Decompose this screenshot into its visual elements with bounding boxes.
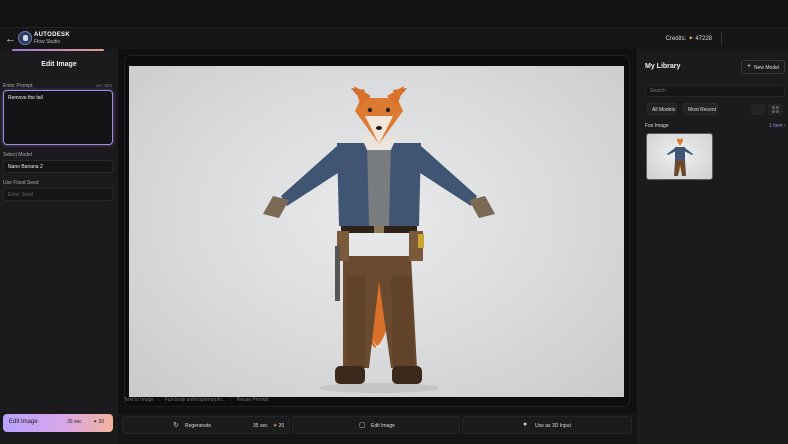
autodesk-logo-icon [18, 31, 32, 45]
brand-name: AUTODESK [34, 32, 70, 38]
model-label: Select Model [3, 152, 32, 158]
edit-button-label: Edit Image [9, 419, 38, 425]
grid-icon [772, 106, 779, 113]
regenerate-cost: ✦ 20 [273, 423, 284, 429]
seed-input[interactable] [3, 188, 113, 201]
tag-separator: | [229, 397, 232, 403]
grid-view-toggle[interactable] [768, 104, 783, 115]
credits: Credits: ✦ 47228 [666, 35, 712, 42]
filter-all-models-label: All Models [652, 107, 676, 113]
regenerate-cost-value: 20 [278, 423, 285, 429]
tag-text-to-image[interactable]: Text to Image [124, 397, 154, 403]
model-select[interactable]: Nano Banana 2 ⌄ [3, 160, 113, 173]
folder-item-count-text: 1 item [769, 123, 783, 129]
app-header: ← AUTODESK Flow Studio Credits: ✦ 47228 [0, 27, 788, 49]
credit-star-icon: ✦ [273, 423, 278, 429]
cube-icon: ▢ [359, 422, 366, 429]
plus-icon: + [747, 63, 752, 70]
edit-button-time: 35 sec [67, 419, 82, 425]
regenerate-label: Regenerate [185, 423, 212, 429]
tag-separator: | [158, 397, 160, 403]
filter-all-models[interactable]: All Models [647, 103, 677, 115]
generated-image[interactable] [129, 66, 624, 397]
use-as-3d-input-button[interactable]: ● Use as 3D Input [462, 416, 632, 434]
edit-image-action-button[interactable]: ▢ Edit Image [292, 416, 460, 434]
library-thumbnail[interactable] [646, 133, 713, 180]
edit-image-button[interactable]: Edit Image 35 sec ✦ 20 [3, 414, 113, 432]
fox-thumbnail-image [667, 138, 693, 176]
accent-line [12, 49, 104, 51]
filter-most-recent[interactable]: Most Recent [683, 103, 718, 115]
chevron-down-icon: ⌄ [8, 164, 14, 170]
folder-name: Fox Image [645, 123, 669, 129]
edit-button-cost-value: 20 [98, 419, 105, 425]
tag-prompt-summary[interactable]: Full-body anthropomorphi... [165, 397, 226, 403]
top-strip [0, 0, 788, 27]
edit-panel: Edit Image Enter Prompt 18 / 500 Remove … [0, 49, 118, 444]
tag-reuse-prompt[interactable]: Reuse Prompt [237, 397, 269, 403]
edit-button-cost: ✦ 20 [93, 419, 104, 425]
library-search-input[interactable] [645, 85, 785, 97]
credits-value: 47228 [695, 36, 712, 42]
brand: AUTODESK Flow Studio [34, 32, 70, 45]
prompt-text: Remove the tail [8, 95, 43, 101]
image-tags: Text to Image | Full-body anthropomorphi.… [124, 397, 273, 403]
new-model-label: New Model [754, 65, 780, 71]
library-panel: My Library + New Model All Models Most R… [637, 49, 788, 444]
regenerate-time: 35 sec [253, 423, 268, 429]
refresh-icon: ↻ [173, 422, 179, 429]
action-bar: ↻ Regenerate 35 sec ✦ 20 ▢ Edit Image ● … [118, 415, 636, 435]
canvas-area: Text to Image | Full-body anthropomorphi.… [118, 49, 636, 413]
prompt-label: Enter Prompt [3, 83, 33, 89]
library-title: My Library [645, 63, 681, 70]
arrow-left-icon[interactable]: ← [5, 33, 16, 45]
header-divider [721, 32, 722, 46]
folder-item-count[interactable]: 1 item › [769, 123, 786, 129]
filter-most-recent-label: Most Recent [688, 107, 717, 113]
seed-label: Use Fixed Seed [3, 180, 39, 186]
list-view-toggle[interactable] [751, 104, 766, 115]
chevron-right-icon: › [784, 123, 786, 129]
prompt-input[interactable]: Remove the tail [3, 90, 113, 145]
app-window: ← AUTODESK Flow Studio Credits: ✦ 47228 Ed… [0, 0, 788, 444]
new-model-button[interactable]: + New Model [741, 60, 785, 74]
panel-title: Edit Image [41, 61, 77, 68]
fox-character-image [263, 86, 495, 393]
prompt-char-count: 18 / 500 [95, 83, 112, 88]
3d-input-icon: ● [523, 421, 528, 428]
credit-star-icon: ✦ [688, 36, 694, 42]
regenerate-button[interactable]: ↻ Regenerate 35 sec ✦ 20 [122, 416, 290, 434]
credits-label: Credits: [665, 36, 687, 42]
use-as-3d-input-label: Use as 3D Input [535, 423, 571, 429]
edit-image-action-label: Edit Image [371, 423, 395, 429]
credit-star-icon: ✦ [93, 419, 98, 425]
brand-sub: Flow Studio [34, 39, 61, 45]
